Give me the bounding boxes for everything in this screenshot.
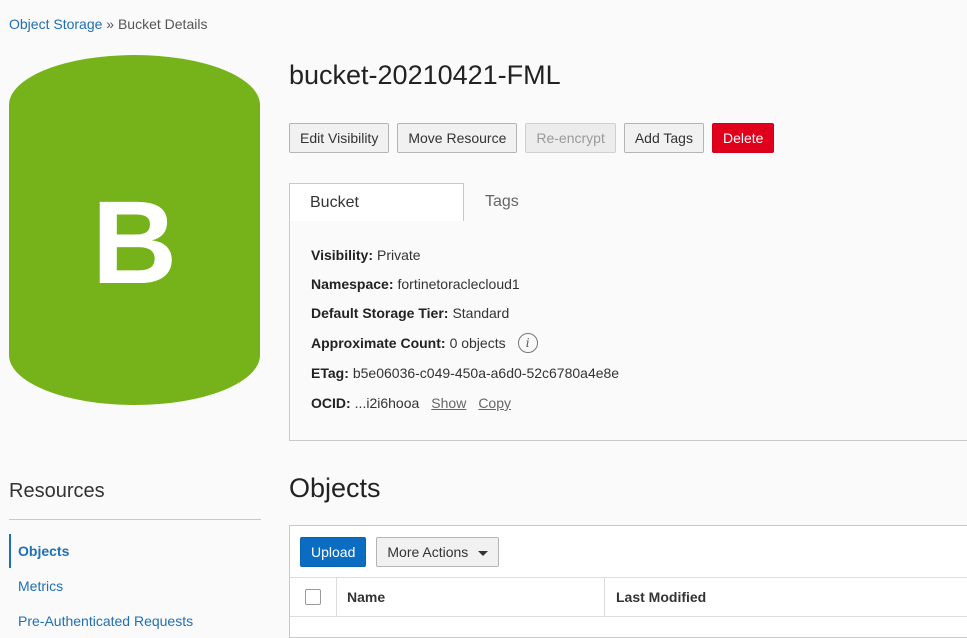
etag-row: ETag: b5e06036-c049-450a-a6d0-52c6780a4e…: [311, 365, 619, 381]
approximate-count-label: Approximate Count:: [311, 335, 446, 351]
breadcrumb: Object Storage » Bucket Details: [9, 16, 207, 32]
objects-table-header: Name Last Modified: [290, 577, 967, 617]
breadcrumb-object-storage-link[interactable]: Object Storage: [9, 16, 102, 32]
column-header-last-modified[interactable]: Last Modified: [605, 578, 965, 617]
tab-bucket-information[interactable]: Bucket Information: [289, 183, 464, 249]
move-resource-button[interactable]: Move Resource: [397, 123, 518, 153]
breadcrumb-separator: »: [106, 16, 115, 32]
objects-heading: Objects: [289, 473, 381, 503]
visibility-row: Visibility: Private: [311, 247, 421, 263]
namespace-value: fortinetoraclecloud1: [397, 276, 520, 292]
ocid-show-link[interactable]: Show: [431, 395, 466, 411]
select-all-checkbox[interactable]: [305, 589, 321, 605]
select-all-cell: [290, 578, 337, 617]
ocid-copy-link[interactable]: Copy: [478, 395, 511, 411]
details-tabs: Bucket Information Tags: [289, 183, 967, 249]
delete-button[interactable]: Delete: [711, 123, 775, 153]
breadcrumb-current: Bucket Details: [117, 16, 208, 32]
etag-label: ETag:: [311, 365, 349, 381]
more-actions-label: More Actions: [387, 544, 469, 560]
ocid-row: OCID: ...i2i6hooa Show Copy: [311, 395, 511, 411]
approximate-count-row: Approximate Count: 0 objects i: [311, 333, 538, 353]
bucket-info-panel: Visibility: Private Namespace: fortineto…: [289, 221, 967, 441]
action-bar: Edit Visibility Move Resource Re-encrypt…: [289, 123, 775, 153]
info-icon[interactable]: i: [517, 333, 538, 353]
bucket-letter: B: [92, 177, 177, 309]
caret-down-icon: [478, 550, 489, 556]
visibility-label: Visibility:: [311, 247, 373, 263]
visibility-value: Private: [376, 247, 421, 263]
resource-item-objects[interactable]: Objects: [9, 534, 261, 568]
re-encrypt-button[interactable]: Re-encrypt: [525, 123, 616, 153]
tab-tags[interactable]: Tags: [465, 183, 539, 222]
namespace-row: Namespace: fortinetoraclecloud1: [311, 276, 520, 292]
page-title: bucket-20210421-FML: [289, 60, 561, 90]
storage-tier-label: Default Storage Tier:: [311, 305, 449, 321]
resources-divider: [9, 519, 261, 520]
etag-value: b5e06036-c049-450a-a6d0-52c6780a4e8e: [352, 365, 620, 381]
namespace-label: Namespace:: [311, 276, 394, 292]
ocid-value: ...i2i6hooa: [354, 395, 420, 411]
storage-tier-value: Standard: [452, 305, 510, 321]
bucket-icon: B: [9, 55, 260, 405]
column-header-name[interactable]: Name: [337, 578, 605, 617]
edit-visibility-button[interactable]: Edit Visibility: [289, 123, 390, 153]
resource-item-metrics[interactable]: Metrics: [9, 569, 261, 603]
objects-panel: Upload More Actions Name Last Modified: [289, 525, 967, 638]
more-actions-button[interactable]: More Actions: [376, 537, 500, 567]
add-tags-button[interactable]: Add Tags: [623, 123, 704, 153]
upload-button[interactable]: Upload: [300, 537, 367, 567]
storage-tier-row: Default Storage Tier: Standard: [311, 305, 509, 321]
resource-item-pre-authenticated-requests[interactable]: Pre-Authenticated Requests: [9, 604, 261, 638]
objects-toolbar: Upload More Actions: [300, 537, 500, 567]
resources-heading: Resources: [9, 480, 105, 502]
ocid-label: OCID:: [311, 395, 351, 411]
approximate-count-value: 0 objects: [449, 335, 506, 351]
